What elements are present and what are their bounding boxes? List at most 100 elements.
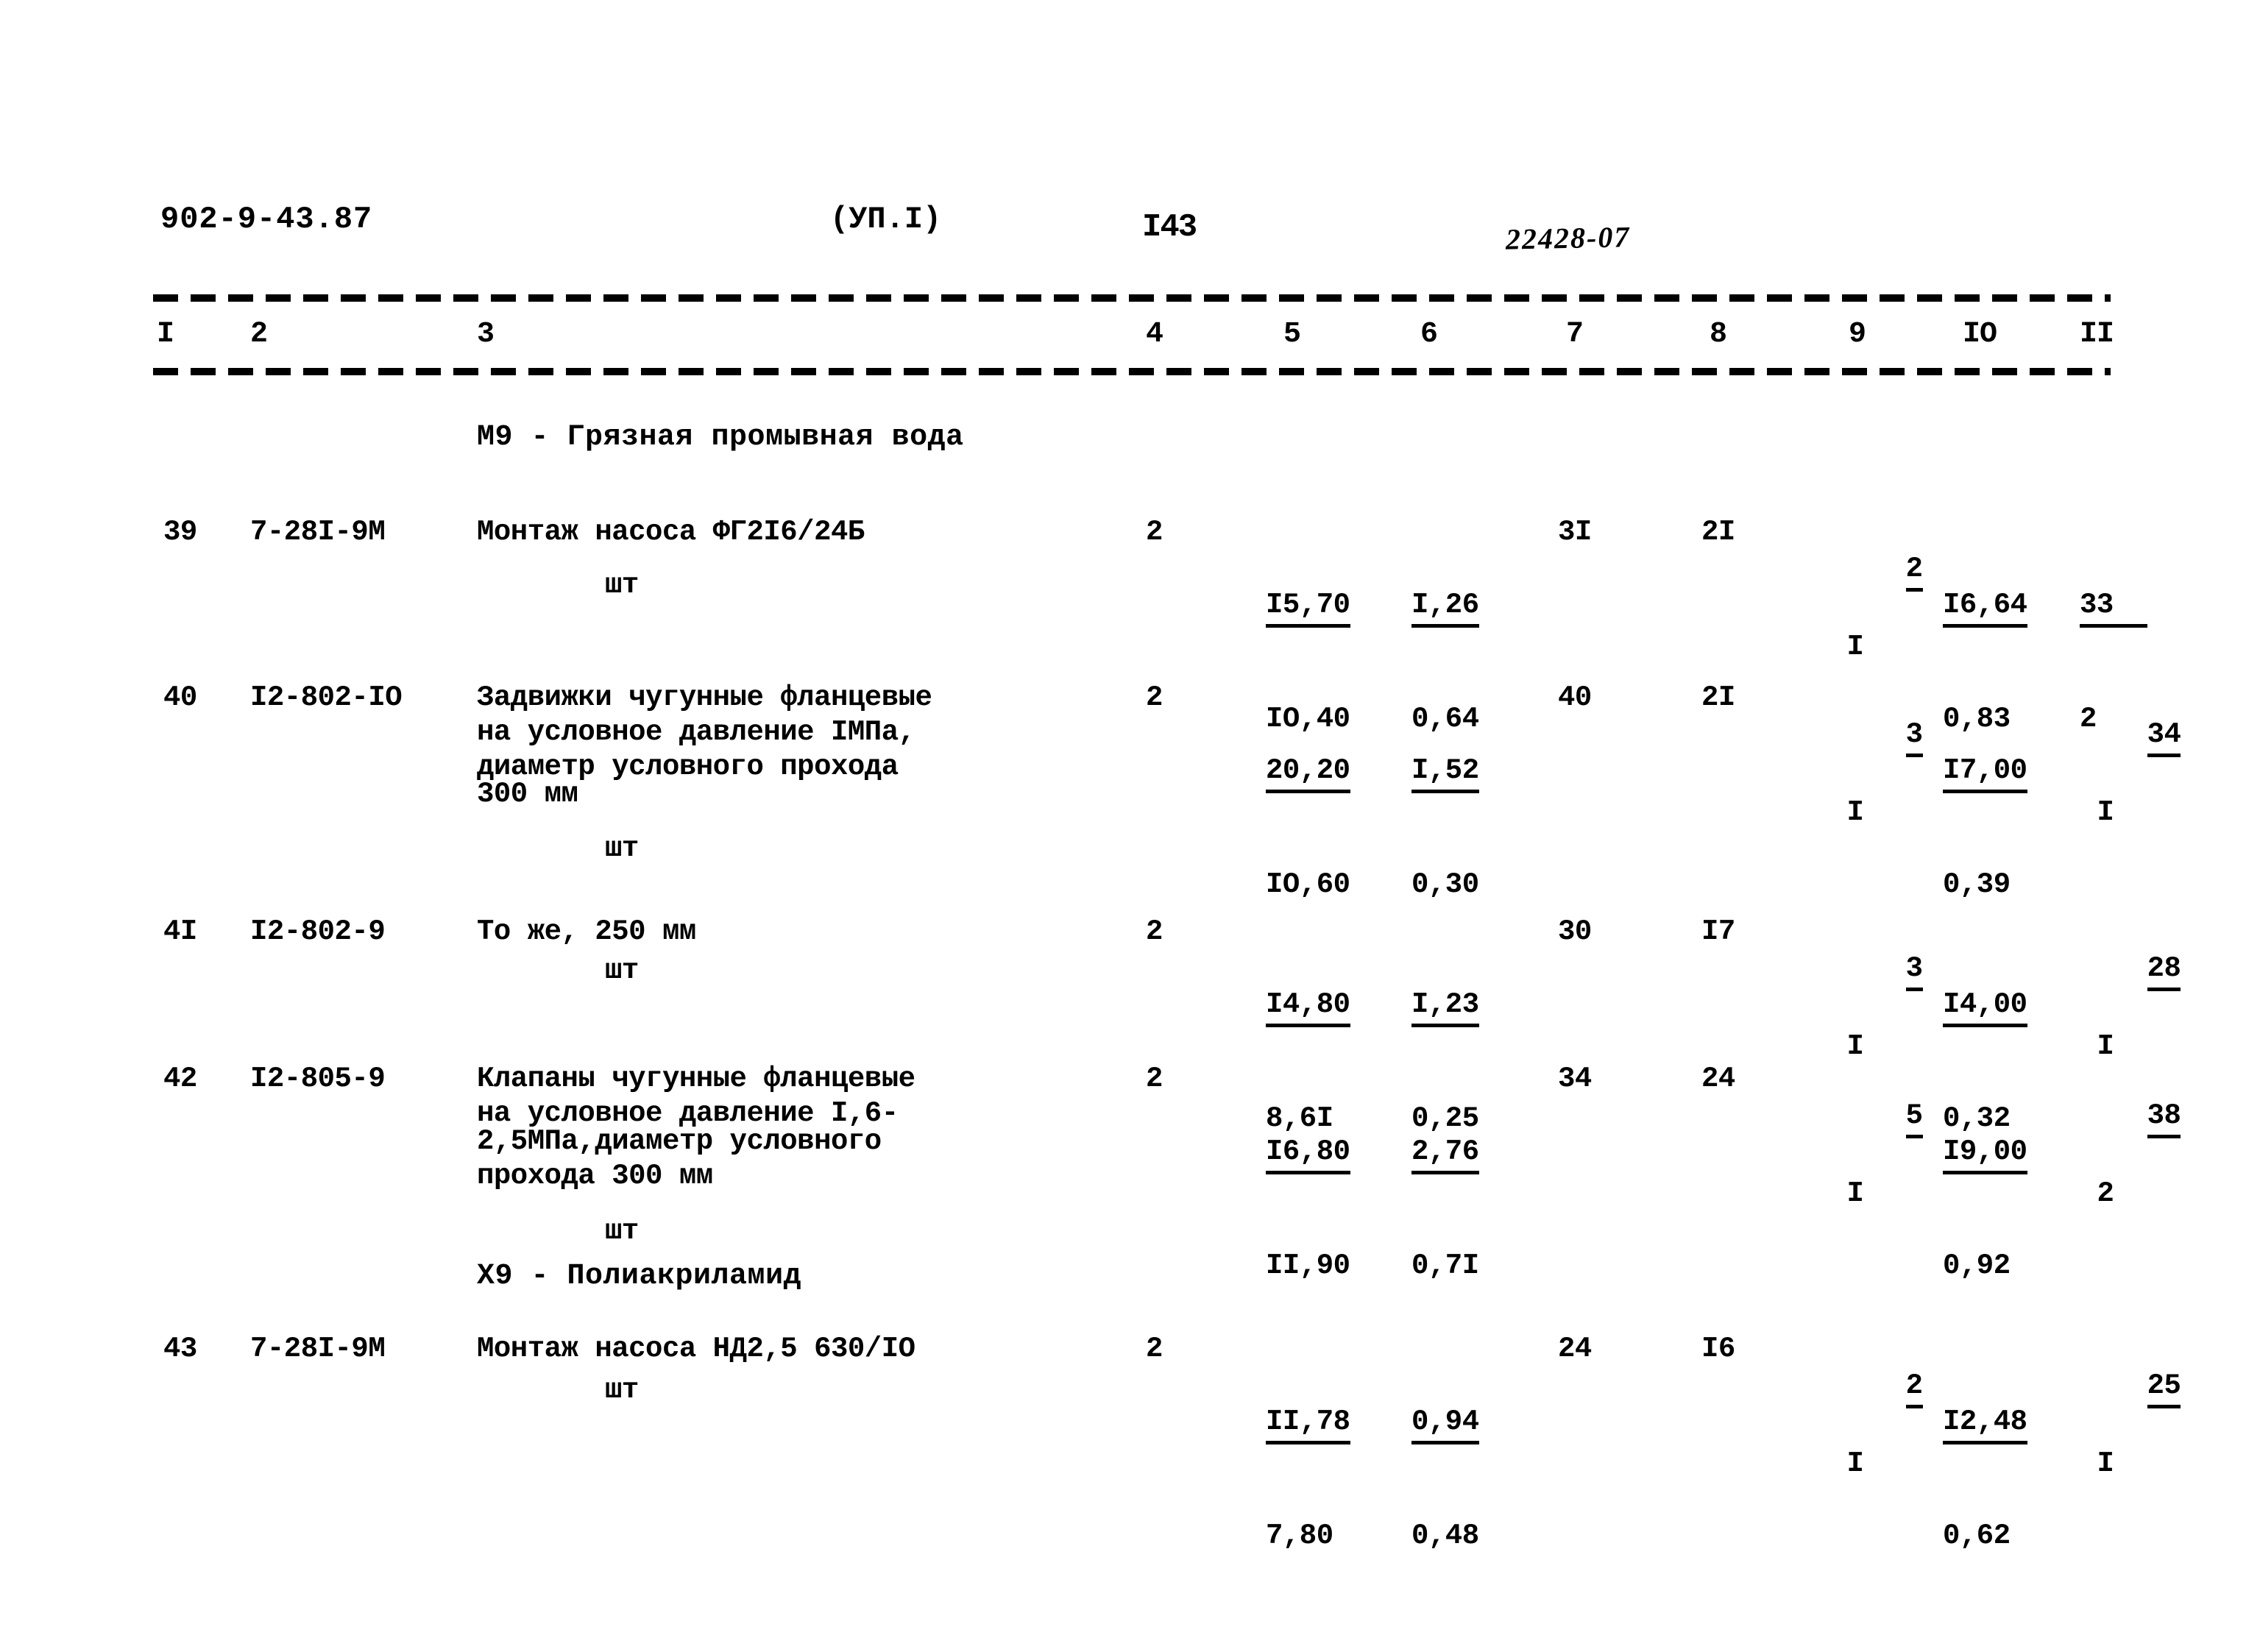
col5-numerator: 20,20 — [1266, 753, 1350, 793]
archive-stamp-number: 22428-07 — [1505, 220, 1631, 256]
col5-numerator: I5,70 — [1266, 587, 1350, 628]
row-col8: 2I — [1701, 681, 1735, 714]
col6-numerator: I,23 — [1411, 987, 1479, 1027]
col9-denominator: I — [1846, 1177, 1864, 1210]
row-code: 7-28I-9M — [250, 1333, 386, 1365]
section-heading-m9: М9 - Грязная промывная вода — [477, 421, 964, 454]
row-col7: 3I — [1558, 516, 1592, 548]
row-col10-fraction: I9,00 0,92 — [1943, 1062, 2027, 1356]
row-unit: шт — [605, 1215, 639, 1247]
row-col8: 24 — [1701, 1063, 1735, 1095]
col6-numerator: 0,94 — [1411, 1404, 1479, 1444]
col9-denominator: I — [1846, 1447, 1864, 1480]
col9-numerator: 2 — [1905, 1368, 1923, 1408]
row-description-line: прохода 300 мм — [477, 1160, 713, 1192]
row-code: I2-802-9 — [250, 915, 386, 948]
col6-numerator: I,52 — [1411, 753, 1479, 793]
row-col6-fraction: 0,94 0,48 — [1411, 1332, 1479, 1626]
row-col7: 40 — [1558, 681, 1592, 714]
col10-numerator: I6,64 — [1943, 587, 2027, 628]
col5-denominator: IO,60 — [1266, 868, 1350, 901]
col11-denominator: I — [2097, 1030, 2114, 1063]
row-col9-fraction: 3 I — [1838, 681, 1923, 903]
row-unit: шт — [605, 832, 639, 865]
row-quantity: 2 — [1146, 915, 1163, 948]
col5-denominator: 7,80 — [1266, 1520, 1333, 1552]
col9-numerator: 3 — [1905, 717, 1923, 757]
col9-denominator: I — [1846, 1030, 1864, 1063]
column-header-6: 6 — [1420, 318, 1438, 351]
row-col8: I6 — [1701, 1333, 1735, 1365]
column-header-9: 9 — [1849, 318, 1866, 351]
page-number: I43 — [1142, 209, 1197, 246]
row-description-line: Клапаны чугунные фланцевые — [477, 1063, 915, 1095]
row-col7: 34 — [1558, 1063, 1592, 1095]
col11-denominator: I — [2097, 1447, 2114, 1480]
row-number: 40 — [163, 681, 197, 714]
row-description-line: Задвижки чугунные фланцевые — [477, 681, 932, 714]
col6-denominator: 0,7I — [1411, 1249, 1479, 1282]
column-header-3: 3 — [477, 318, 495, 351]
row-quantity: 2 — [1146, 1333, 1163, 1365]
col11-numerator: 25 — [2147, 1368, 2181, 1408]
col11-denominator: I — [2097, 796, 2114, 829]
section-heading-x9: Х9 - Полиакриламид — [477, 1260, 802, 1293]
row-code: 7-28I-9M — [250, 516, 386, 548]
table-top-rule — [153, 294, 2111, 302]
row-description-line: Монтаж насоса ФГ2I6/24Б — [477, 516, 865, 548]
col10-numerator: I7,00 — [1943, 753, 2027, 793]
col5-numerator: II,78 — [1266, 1404, 1350, 1444]
row-number: 43 — [163, 1333, 197, 1365]
row-col5-fraction: I6,80 II,90 — [1266, 1062, 1350, 1356]
row-unit: шт — [605, 1374, 639, 1406]
document-page: 902-9-43.87 (УП.I) I43 22428-07 I 2 3 4 … — [0, 0, 2260, 1652]
row-col11-fraction: 25 I — [2080, 1332, 2181, 1554]
row-col10-fraction: I2,48 0,62 — [1943, 1332, 2027, 1626]
row-code: I2-805-9 — [250, 1063, 386, 1095]
col9-numerator: 3 — [1905, 951, 1923, 991]
row-code: I2-802-IO — [250, 681, 403, 714]
row-col6-fraction: 2,76 0,7I — [1411, 1062, 1479, 1356]
row-col11-fraction: 34 I — [2080, 681, 2181, 903]
row-unit: шт — [605, 954, 639, 987]
col10-denominator: 0,62 — [1943, 1520, 2011, 1552]
col10-numerator: I9,00 — [1943, 1134, 2027, 1174]
col6-denominator: 0,30 — [1411, 868, 1479, 901]
col6-denominator: 0,48 — [1411, 1520, 1479, 1552]
row-col8: 2I — [1701, 516, 1735, 548]
row-col7: 24 — [1558, 1333, 1592, 1365]
column-header-2: 2 — [250, 318, 268, 351]
table-bottom-rule — [153, 368, 2111, 375]
column-header-1: I — [157, 318, 174, 351]
col6-numerator: 2,76 — [1411, 1134, 1479, 1174]
col5-numerator: I6,80 — [1266, 1134, 1350, 1174]
row-col5-fraction: II,78 7,80 — [1266, 1332, 1350, 1626]
col9-denominator: I — [1846, 631, 1864, 663]
row-col8: I7 — [1701, 915, 1735, 948]
row-unit: шт — [605, 569, 639, 601]
row-col11-fraction: 38 2 — [2080, 1062, 2181, 1284]
row-description-line: Монтаж насоса НД2,5 630/IO — [477, 1333, 915, 1365]
col6-numerator: I,26 — [1411, 587, 1479, 628]
col11-numerator: 38 — [2147, 1098, 2181, 1138]
row-number: 39 — [163, 516, 197, 548]
col5-numerator: I4,80 — [1266, 987, 1350, 1027]
col9-numerator: 2 — [1905, 551, 1923, 592]
row-col7: 30 — [1558, 915, 1592, 948]
column-header-7: 7 — [1566, 318, 1584, 351]
row-quantity: 2 — [1146, 681, 1163, 714]
col10-denominator: 0,92 — [1943, 1249, 2011, 1282]
row-col9-fraction: 2 I — [1838, 1332, 1923, 1554]
row-number: 42 — [163, 1063, 197, 1095]
col10-numerator: I4,00 — [1943, 987, 2027, 1027]
col9-denominator: I — [1846, 796, 1864, 829]
col9-numerator: 5 — [1905, 1098, 1923, 1138]
col11-numerator: 33 — [2080, 587, 2147, 628]
row-description-line: 2,5МПа,диаметр условного — [477, 1125, 882, 1158]
sheet-reference: (УП.I) — [830, 202, 942, 237]
col11-numerator: 34 — [2147, 717, 2181, 757]
column-header-5: 5 — [1283, 318, 1301, 351]
row-description-line: на условное давление IМПа, — [477, 716, 915, 748]
row-quantity: 2 — [1146, 1063, 1163, 1095]
col11-denominator: 2 — [2097, 1177, 2114, 1210]
